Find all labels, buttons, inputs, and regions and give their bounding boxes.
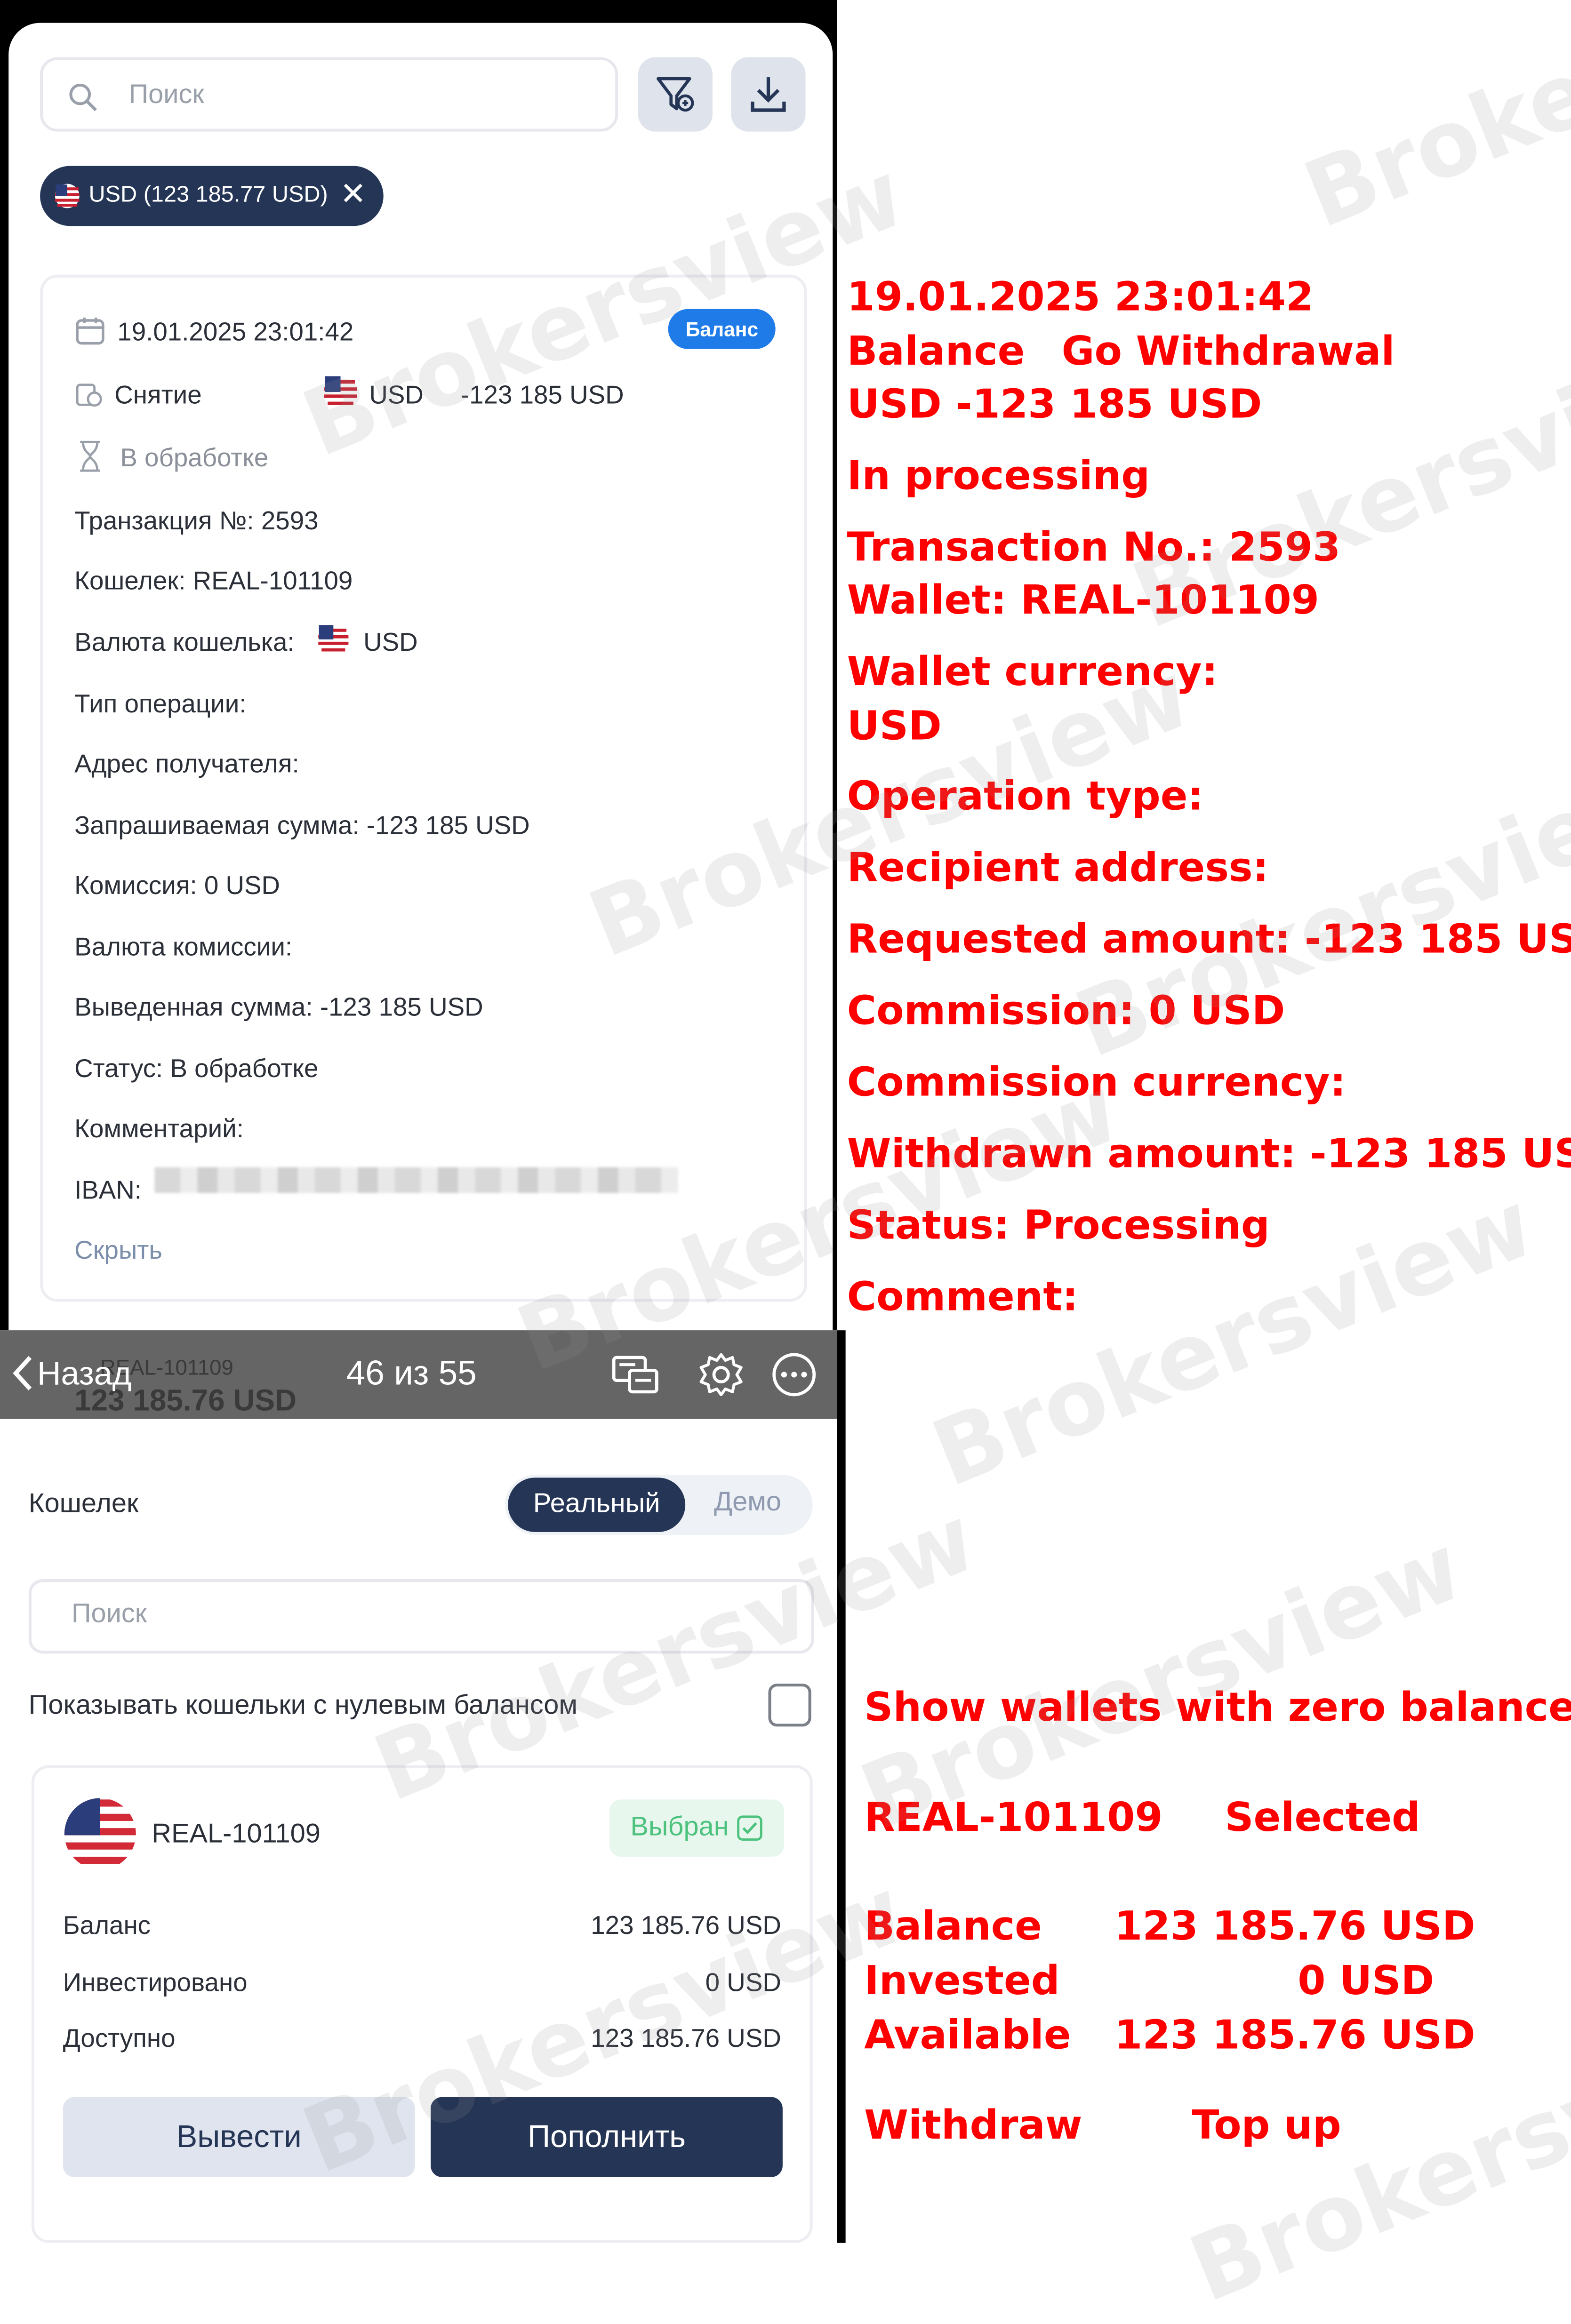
ann-balance-value: 123 185.76 USD [1114,1902,1475,1950]
wallet-label: Кошелек [28,1489,139,1519]
commission-currency: Валюта комиссии: [74,933,293,961]
transaction-datetime: 19.01.2025 23:01:42 [117,317,354,346]
us-flag-icon [318,624,349,655]
wallet-name: REAL-101109 [152,1819,321,1850]
operation-type: Тип операции: [74,689,247,719]
hide-link[interactable]: Скрыть [74,1236,162,1266]
ann-available-value: 123 185.76 USD [1114,2011,1475,2059]
balance-label: Баланс [63,1911,151,1940]
transaction-number: Транзакция №: 2593 [74,506,319,535]
chevron-left-icon [13,1356,32,1390]
bottom-screenshot-border [837,1330,846,2243]
ann-comment: Comment: [847,1273,1079,1320]
wallet-search-placeholder: Поиск [72,1599,147,1629]
hourglass-icon [80,440,100,472]
close-icon[interactable]: ✕ [340,176,366,212]
requested-amount: Запрашиваемая сумма: -123 185 USD [74,811,530,840]
invested-label: Инвестировано [63,1968,248,1997]
search-input[interactable]: Поиск [40,57,618,132]
gear-icon[interactable] [697,1350,745,1399]
transaction-wallet: Кошелек: REAL-101109 [74,566,353,595]
account-type-toggle[interactable]: Реальный Демо [505,1475,813,1535]
recipient-address: Адрес получателя: [74,749,299,778]
currency-filter-chip[interactable]: USD (123 185.77 USD) ✕ [40,166,384,226]
calendar-icon [76,317,104,345]
comment: Комментарий: [74,1114,244,1143]
more-icon[interactable] [770,1350,818,1399]
back-button[interactable]: Назад [8,1353,131,1393]
viewer-toolbar: REAL-101109 123 185.76 USD Назад 46 из 5… [0,1330,837,1419]
back-label: Назад [37,1354,132,1391]
us-flag-icon [55,184,80,208]
ann-balance: Balance [847,327,1025,375]
search-placeholder: Поиск [128,80,204,111]
ann-amount: USD -123 185 USD [847,380,1262,428]
ann-withdraw: Withdraw [864,2101,1082,2149]
page-counter: 46 из 55 [346,1354,477,1393]
filter-button[interactable] [638,57,713,132]
available-label: Доступно [63,2024,176,2053]
wallet-currency: USD [363,628,418,657]
withdrawal-icon [76,383,102,407]
iban-label: IBAN: [74,1175,142,1205]
ann-processing: In processing [847,452,1150,499]
watermark: Brokersview [1291,0,1571,250]
ann-topup: Top up [1192,2101,1341,2149]
seg-demo[interactable]: Демо [714,1488,781,1519]
selected-label: Выбран [630,1812,729,1843]
withdrawn-amount: Выведенная сумма: -123 185 USD [74,992,483,1022]
download-button[interactable] [731,57,806,132]
selected-badge: Выбран [609,1799,784,1857]
show-zero-checkbox[interactable] [768,1684,811,1727]
download-icon [751,77,786,112]
filter-icon [657,77,694,112]
top-screenshot-frame: Поиск USD (123 185.77 USD) ✕ 19.01.2025 … [0,0,837,1331]
us-flag-icon [64,1798,136,1870]
seg-real[interactable]: Реальный [508,1477,686,1532]
page-root: Поиск USD (123 185.77 USD) ✕ 19.01.2025 … [0,0,1571,2324]
transaction-status: Статус: В обработке [74,1054,319,1083]
search-icon [69,83,97,112]
ann-selected: Selected [1225,1794,1421,1841]
chip-label: USD (123 185.77 USD) [88,183,328,208]
check-icon [737,1815,763,1841]
ann-available-label: Available [864,2011,1071,2059]
ann-datetime: 19.01.2025 23:01:42 [847,273,1314,320]
wallet-currency-label: Валюта кошелька: [74,628,295,657]
status-processing: В обработке [120,443,269,472]
ann-invested-value: 0 USD [1298,1957,1435,2005]
iban-redacted [154,1167,678,1193]
transaction-type: Снятие [114,380,202,409]
commission: Комиссия: 0 USD [74,871,281,900]
ann-go-withdrawal: Go Withdrawal [1061,327,1395,375]
